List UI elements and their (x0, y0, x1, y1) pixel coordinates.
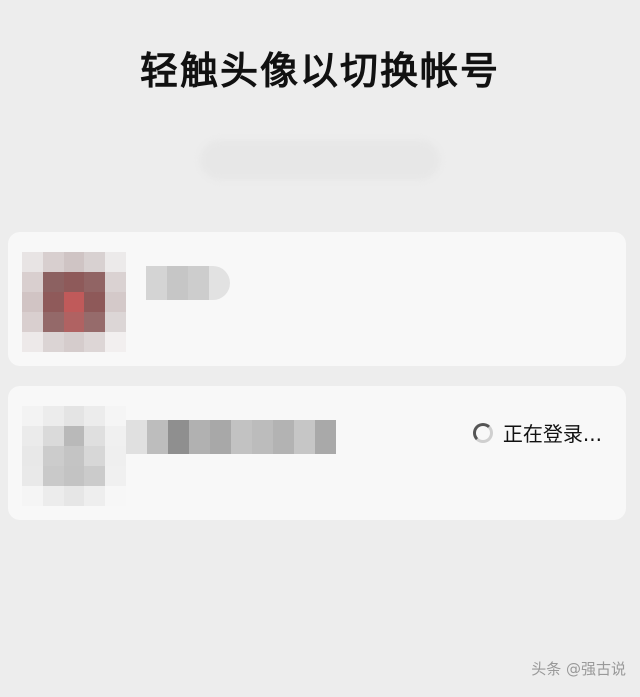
account-avatar-1[interactable] (22, 252, 126, 352)
page-title: 轻触头像以切换帐号 (139, 49, 500, 93)
blurred-subtitle (200, 140, 440, 180)
account-card-2[interactable]: 正在登录... (8, 386, 626, 520)
account-avatar-2[interactable] (22, 406, 126, 506)
account-name-1 (146, 266, 230, 300)
loading-spinner-icon (472, 422, 493, 443)
account-card-1[interactable] (8, 232, 626, 366)
login-status: 正在登录... (472, 418, 602, 447)
account-name-2 (126, 420, 336, 454)
login-status-text: 正在登录... (502, 422, 602, 446)
watermark: 头条 @强古说 (531, 660, 626, 678)
